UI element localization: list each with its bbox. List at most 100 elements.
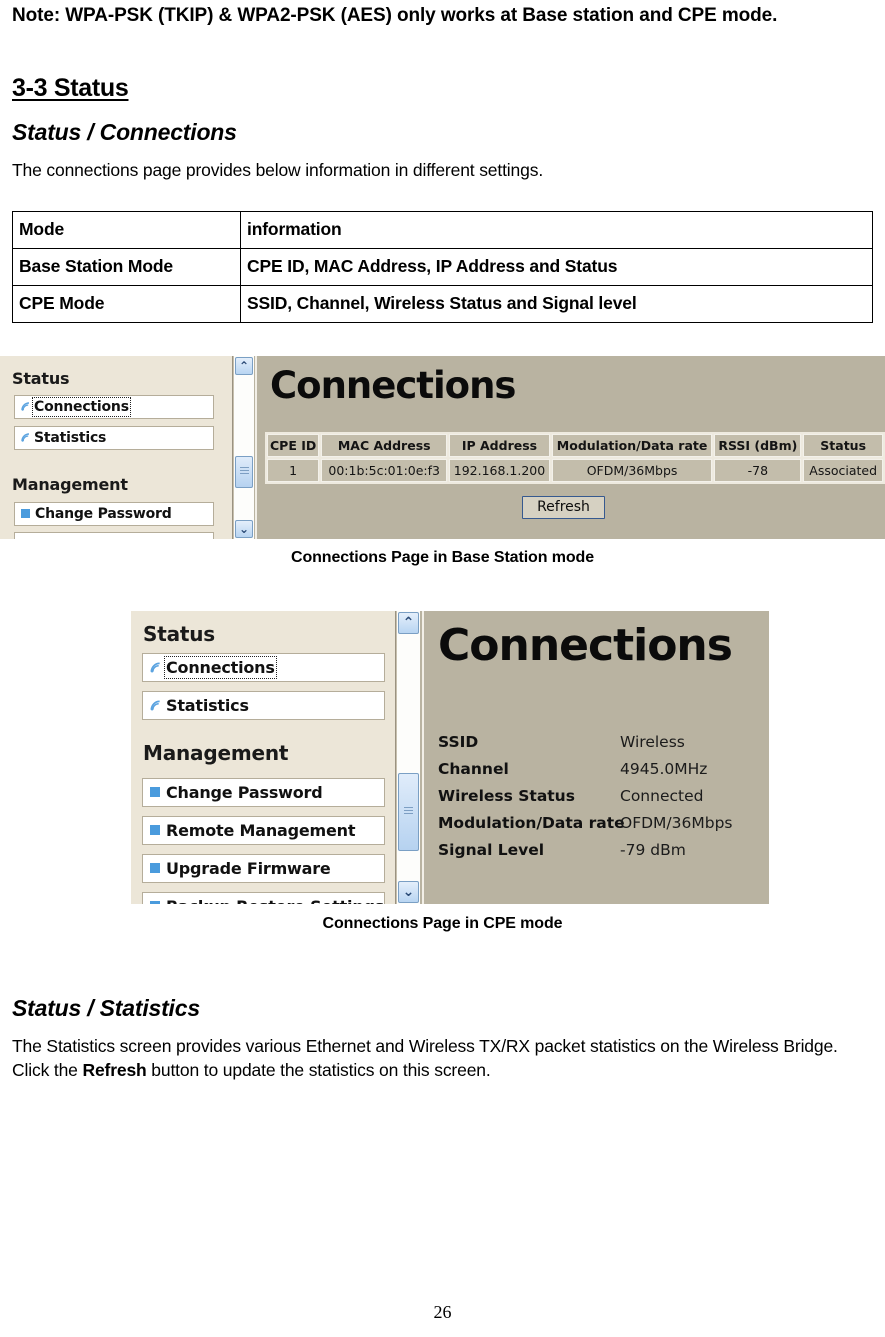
- sidebar-item-label: Upgrade Firmware: [166, 858, 331, 878]
- grip-icon: [239, 467, 249, 477]
- note-paragraph: Note: WPA-PSK (TKIP) & WPA2-PSK (AES) on…: [12, 5, 778, 26]
- column-header-modulation: Modulation/Data rate: [551, 433, 713, 457]
- screenshot-cpe-mode: Status Connections Statistics Management…: [131, 610, 769, 904]
- detail-row-channel: Channel 4945.0MHz: [438, 756, 733, 783]
- page-title: 3-3 Status: [12, 74, 129, 103]
- sidebar-item-label: Connections: [32, 396, 131, 417]
- cell-cpe-id: 1: [267, 458, 320, 482]
- sidebar-item-upgrade-firmware[interactable]: Upgrade Firmware: [142, 853, 385, 883]
- router-ui-sidebar: Status Connections Statistics Management…: [131, 610, 396, 904]
- sidebar-scroll-content: Status Connections Statistics Management…: [131, 611, 395, 904]
- sidebar-item-label: Connections: [164, 655, 277, 679]
- sidebar-item-partial[interactable]: [14, 531, 214, 539]
- wifi-icon: [149, 661, 162, 674]
- sidebar-item-label: Change Password: [166, 782, 323, 802]
- chevron-up-icon: ⌃: [238, 358, 250, 373]
- detail-row-signal-level: Signal Level -79 dBm: [438, 837, 733, 864]
- nav-group-title-management: Management: [143, 740, 289, 765]
- table-cell-information: CPE ID, MAC Address, IP Address and Stat…: [240, 247, 873, 286]
- scrollbar-thumb[interactable]: [398, 772, 419, 851]
- table-header-information: information: [240, 210, 873, 249]
- sidebar-item-backup-restore-settings[interactable]: Backup Restore Settings: [142, 891, 385, 904]
- column-header-status: Status: [803, 433, 883, 457]
- sidebar-item-label: Statistics: [166, 695, 249, 715]
- table-cell-mode: CPE Mode: [12, 284, 241, 323]
- square-icon: [21, 509, 30, 519]
- table-row: Mode information: [12, 210, 873, 249]
- sidebar-item-remote-management[interactable]: Remote Management: [142, 815, 385, 845]
- sidebar-item-statistics[interactable]: Statistics: [14, 425, 214, 450]
- router-ui-main-panel: Connections SSID Wireless Channel 4945.0…: [422, 610, 769, 904]
- column-header-ip-address: IP Address: [449, 433, 550, 457]
- chevron-down-icon: ⌄: [402, 883, 415, 900]
- square-icon: [150, 901, 160, 904]
- document-page: Note: WPA-PSK (TKIP) & WPA2-PSK (AES) on…: [0, 0, 885, 1337]
- sub-heading-connections: Status / Connections: [12, 119, 237, 146]
- cell-rssi: -78: [714, 458, 802, 482]
- scrollbar-thumb[interactable]: [235, 455, 253, 488]
- detail-value: Wireless: [620, 732, 685, 751]
- caption-cpe-mode: Connections Page in CPE mode: [322, 914, 563, 932]
- sidebar-item-statistics[interactable]: Statistics: [142, 690, 385, 720]
- cell-modulation: OFDM/36Mbps: [551, 458, 713, 482]
- detail-key: Signal Level: [438, 840, 545, 859]
- sidebar-item-label: Backup Restore Settings: [166, 897, 384, 904]
- router-ui-main-panel: Connections CPE ID MAC Address IP Addres…: [255, 355, 885, 539]
- table-row: Base Station Mode CPE ID, MAC Address, I…: [12, 247, 873, 286]
- detail-key: Channel: [438, 759, 509, 778]
- column-header-mac-address: MAC Address: [321, 433, 448, 457]
- sidebar-item-label: Change Password: [35, 505, 172, 522]
- router-ui-sidebar: Status Connections Statistics Management…: [0, 355, 233, 539]
- page-number: 26: [433, 1302, 452, 1322]
- scroll-up-button[interactable]: ⌃: [235, 356, 253, 375]
- nav-group-title-status: Status: [143, 621, 215, 646]
- nav-group-title-status: Status: [12, 368, 70, 388]
- sidebar-item-label: Remote Management: [166, 820, 356, 840]
- table-cell-mode: Base Station Mode: [12, 247, 241, 286]
- chevron-up-icon: ⌃: [402, 614, 415, 631]
- scroll-down-button[interactable]: ⌄: [235, 519, 253, 538]
- sidebar-scrollbar[interactable]: ⌃ ⌄: [396, 610, 420, 904]
- detail-value: 4945.0MHz: [620, 759, 708, 778]
- sidebar-item-connections[interactable]: Connections: [14, 394, 214, 419]
- statistics-body-text: The Statistics screen provides various E…: [12, 1034, 873, 1083]
- refresh-button[interactable]: Refresh: [522, 495, 605, 519]
- wifi-icon: [20, 432, 31, 443]
- screenshot-base-station-mode: Status Connections Statistics Management…: [0, 355, 885, 539]
- table-header-mode: Mode: [12, 210, 241, 249]
- detail-value: OFDM/36Mbps: [620, 813, 733, 832]
- mode-information-table: Mode information Base Station Mode CPE I…: [12, 210, 873, 323]
- connection-details-list: SSID Wireless Channel 4945.0MHz Wireless…: [438, 729, 733, 864]
- scroll-up-button[interactable]: ⌃: [398, 611, 419, 634]
- sidebar-item-connections[interactable]: Connections: [142, 652, 385, 682]
- sidebar-scrollbar[interactable]: ⌃ ⌄: [233, 355, 254, 539]
- sub-heading-statistics: Status / Statistics: [12, 994, 200, 1021]
- table-header-row: CPE ID MAC Address IP Address Modulation…: [267, 433, 883, 457]
- wifi-icon: [20, 401, 31, 412]
- cell-mac-address: 00:1b:5c:01:0e:f3: [321, 458, 448, 482]
- cell-ip-address: 192.168.1.200: [449, 458, 550, 482]
- square-icon: [150, 825, 160, 836]
- sidebar-item-change-password[interactable]: Change Password: [14, 501, 214, 526]
- panel-title: Connections: [438, 619, 733, 671]
- detail-row-modulation: Modulation/Data rate OFDM/36Mbps: [438, 810, 733, 837]
- detail-row-ssid: SSID Wireless: [438, 729, 733, 756]
- sidebar-item-change-password[interactable]: Change Password: [142, 777, 385, 807]
- chevron-down-icon: ⌄: [238, 521, 250, 536]
- table-cell-information: SSID, Channel, Wireless Status and Signa…: [240, 284, 873, 323]
- detail-value: -79 dBm: [620, 840, 686, 859]
- sidebar-item-label: Statistics: [34, 429, 107, 446]
- grip-icon: [404, 807, 413, 817]
- square-icon: [150, 863, 160, 874]
- scroll-down-button[interactable]: ⌄: [398, 880, 419, 903]
- panel-title: Connections: [270, 363, 516, 407]
